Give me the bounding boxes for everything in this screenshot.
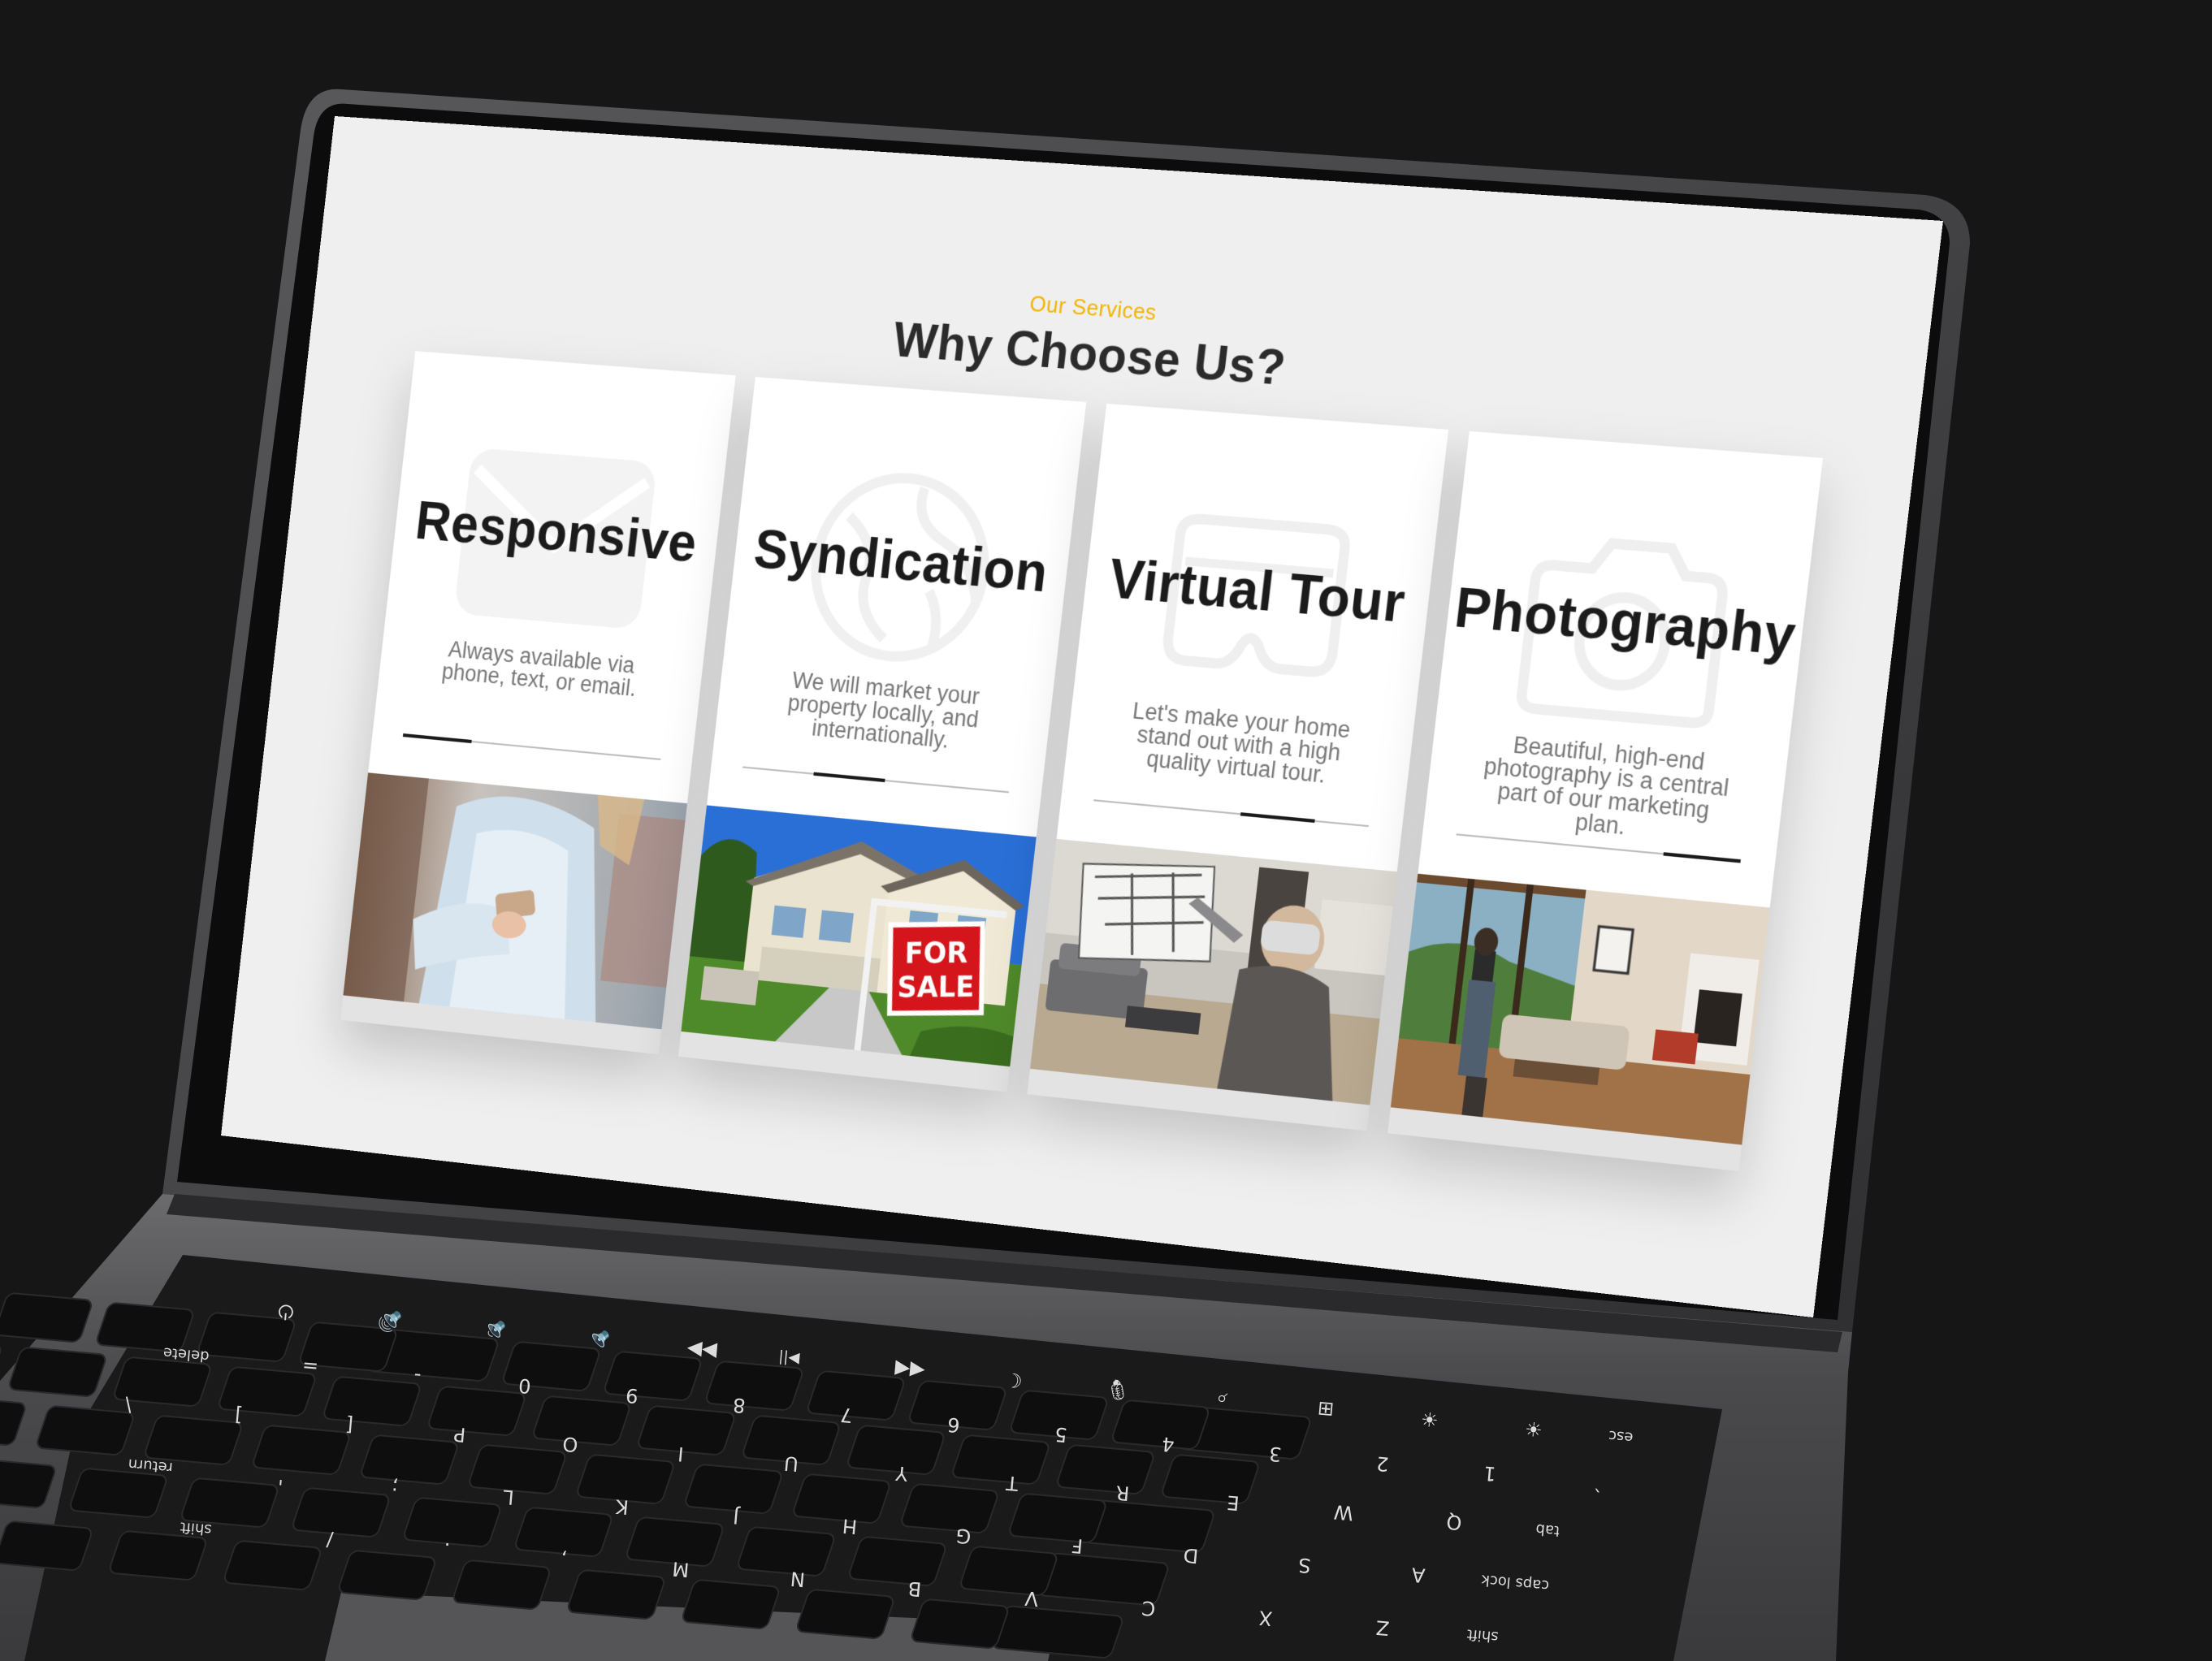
- services-cards: Responsive Always available via phone, t…: [340, 351, 1827, 1180]
- card-photo-vr-tour: [1030, 838, 1397, 1105]
- card-divider-indicator: [1663, 852, 1741, 863]
- card-description: Beautiful, high-end photography is a cen…: [1483, 731, 1731, 840]
- service-card-responsive[interactable]: Responsive Always available via phone, t…: [340, 351, 736, 1055]
- service-card-syndication[interactable]: Syndication We will market your property…: [677, 377, 1087, 1092]
- laptop-mockup-scene: esc ☀ ☀ ⊞ ⌕ 🎙 ☾ ◀◀ ▶|| ▶▶ 🔈 🔉 🔊 ⏻ ` 1 2 3 4 5 6 7 8 9 0- = delete t…: [0, 0, 2212, 1661]
- sign-text-line1: FOR: [904, 935, 967, 970]
- card-photo-house-for-sale: FOR SALE: [681, 805, 1037, 1067]
- card-top: Syndication We will market your property…: [707, 377, 1087, 837]
- card-divider-indicator: [813, 772, 885, 783]
- card-divider-indicator: [1240, 812, 1315, 824]
- card-top: Photography Beautiful, high-end photogra…: [1418, 430, 1824, 908]
- card-top: Responsive Always available via phone, t…: [368, 351, 736, 804]
- card-description: Always available via phone, text, or ema…: [440, 636, 638, 702]
- card-description: We will market your property locally, an…: [786, 667, 981, 754]
- card-divider: [1093, 799, 1369, 828]
- sign-text-line2: SALE: [897, 969, 974, 1004]
- card-top: Virtual Tour Let's make your home stand …: [1056, 403, 1449, 872]
- service-card-photography[interactable]: Photography Beautiful, high-end photogra…: [1387, 430, 1824, 1171]
- card-divider: [402, 733, 661, 760]
- card-photo-woman-phone: [343, 772, 687, 1030]
- card-photo-living-room: [1390, 873, 1770, 1145]
- service-card-virtual-tour[interactable]: Virtual Tour Let's make your home stand …: [1027, 403, 1449, 1131]
- card-divider-indicator: [402, 733, 472, 744]
- website-screen: Our Services Why Choose Us? Responsive A…: [221, 116, 1943, 1318]
- card-description: Let's make your home stand out with a hi…: [1131, 698, 1353, 789]
- card-divider: [742, 766, 1010, 794]
